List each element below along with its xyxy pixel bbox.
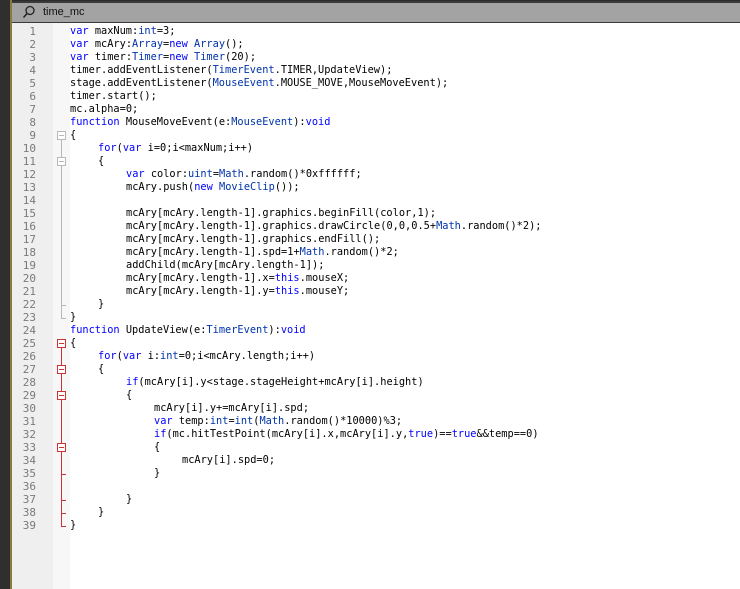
fold-toggle-icon[interactable] xyxy=(57,443,66,452)
panel-left-edge xyxy=(0,0,12,589)
code-line[interactable]: mcAry[mcAry.length-1].y=this.mouseY; xyxy=(70,285,349,298)
code-line[interactable]: mcAry[mcAry.length-1].spd=1+Math.random(… xyxy=(70,246,399,259)
fold-end-mark xyxy=(61,318,66,319)
code-line[interactable]: var mcAry:Array=new Array(); xyxy=(70,38,244,51)
line-number: 24 xyxy=(22,324,36,337)
line-number: 33 xyxy=(22,441,36,454)
line-number: 29 xyxy=(22,389,36,402)
fold-end-mark xyxy=(61,526,66,527)
line-number: 7 xyxy=(29,103,36,116)
line-number: 10 xyxy=(22,142,36,155)
code-line[interactable]: var maxNum:int=3; xyxy=(70,25,175,38)
line-number: 38 xyxy=(22,506,36,519)
code-line[interactable]: mcAry[mcAry.length-1].graphics.drawCircl… xyxy=(70,220,542,233)
code-line[interactable]: if(mc.hitTestPoint(mcAry[i].x,mcAry[i].y… xyxy=(70,428,539,441)
code-line[interactable]: function UpdateView(e:TimerEvent):void xyxy=(70,324,306,337)
fold-toggle-icon[interactable] xyxy=(57,339,66,348)
fold-toggle-icon[interactable] xyxy=(57,157,66,166)
code-line[interactable]: } xyxy=(70,298,104,311)
code-line[interactable]: timer.start(); xyxy=(70,90,157,103)
line-number: 15 xyxy=(22,207,36,220)
code-line[interactable]: mcAry[mcAry.length-1].graphics.endFill()… xyxy=(70,233,380,246)
line-number: 30 xyxy=(22,402,36,415)
search-icon[interactable] xyxy=(22,5,36,19)
code-line[interactable]: { xyxy=(70,337,76,350)
line-number: 19 xyxy=(22,259,36,272)
line-number: 36 xyxy=(22,480,36,493)
code-line[interactable]: mcAry[i].spd=0; xyxy=(70,454,275,467)
code-line[interactable]: { xyxy=(70,129,76,142)
line-number: 18 xyxy=(22,246,36,259)
line-number: 31 xyxy=(22,415,36,428)
line-number: 1 xyxy=(29,25,36,38)
line-number: 8 xyxy=(29,116,36,129)
line-number: 2 xyxy=(29,38,36,51)
fold-toggle-icon[interactable] xyxy=(57,131,66,140)
code-line[interactable]: if(mcAry[i].y<stage.stageHeight+mcAry[i]… xyxy=(70,376,424,389)
code-line[interactable]: for(var i=0;i<maxNum;i++) xyxy=(70,142,253,155)
line-number: 16 xyxy=(22,220,36,233)
code-line[interactable]: } xyxy=(70,506,104,519)
fold-toggle-icon[interactable] xyxy=(57,391,66,400)
code-line[interactable]: } xyxy=(70,311,76,324)
line-number: 4 xyxy=(29,64,36,77)
code-line[interactable]: mcAry.push(new MovieClip()); xyxy=(70,181,300,194)
code-line[interactable]: } xyxy=(70,519,76,532)
code-editor[interactable]: 1 2 3 4 5 6 7 8 9 10 11 12 13 14 15 16 17 18 19 20 21 22 23 24 2… xyxy=(12,23,740,589)
line-number: 37 xyxy=(22,493,36,506)
line-number: 3 xyxy=(29,51,36,64)
fold-end-mark xyxy=(61,305,66,306)
code-line[interactable]: var timer:Timer=new Timer(20); xyxy=(70,51,256,64)
code-line[interactable]: { xyxy=(70,441,160,454)
line-number: 34 xyxy=(22,454,36,467)
line-number: 27 xyxy=(22,363,36,376)
line-number: 14 xyxy=(22,194,36,207)
fold-end-mark xyxy=(61,500,66,501)
line-number: 22 xyxy=(22,298,36,311)
code-line[interactable]: stage.addEventListener(MouseEvent.MOUSE_… xyxy=(70,77,448,90)
line-number: 9 xyxy=(29,129,36,142)
fold-toggle-icon[interactable] xyxy=(57,365,66,374)
line-number: 5 xyxy=(29,77,36,90)
code-line[interactable]: var temp:int=int(Math.random()*10000)%3; xyxy=(70,415,402,428)
line-number: 12 xyxy=(22,168,36,181)
fold-end-mark xyxy=(61,513,66,514)
code-line[interactable]: var color:uint=Math.random()*0xffffff; xyxy=(70,168,362,181)
code-line[interactable]: mcAry[i].y+=mcAry[i].spd; xyxy=(70,402,309,415)
line-number: 28 xyxy=(22,376,36,389)
line-number: 13 xyxy=(22,181,36,194)
code-line[interactable]: function MouseMoveEvent(e:MouseEvent):vo… xyxy=(70,116,330,129)
line-number: 11 xyxy=(22,155,36,168)
symbol-name: time_mc xyxy=(43,6,85,18)
line-number: 23 xyxy=(22,311,36,324)
code-line[interactable]: { xyxy=(70,363,104,376)
code-line[interactable]: addChild(mcAry[mcAry.length-1]); xyxy=(70,259,324,272)
code-line[interactable]: { xyxy=(70,155,104,168)
line-number: 26 xyxy=(22,350,36,363)
code-line[interactable]: } xyxy=(70,467,160,480)
line-number: 21 xyxy=(22,285,36,298)
code-line[interactable]: mcAry[mcAry.length-1].x=this.mouseX; xyxy=(70,272,349,285)
line-number: 35 xyxy=(22,467,36,480)
code-line[interactable]: mcAry[mcAry.length-1].graphics.beginFill… xyxy=(70,207,436,220)
editor-title-bar: time_mc xyxy=(12,1,740,24)
code-line[interactable]: mc.alpha=0; xyxy=(70,103,138,116)
code-line[interactable]: timer.addEventListener(TimerEvent.TIMER,… xyxy=(70,64,392,77)
line-number: 6 xyxy=(29,90,36,103)
line-number: 25 xyxy=(22,337,36,350)
line-number: 32 xyxy=(22,428,36,441)
line-number: 39 xyxy=(22,519,36,532)
code-line[interactable]: { xyxy=(70,389,132,402)
line-number: 17 xyxy=(22,233,36,246)
fold-end-mark xyxy=(61,474,66,475)
code-line[interactable]: } xyxy=(70,493,132,506)
code-line[interactable]: for(var i:int=0;i<mcAry.length;i++) xyxy=(70,350,315,363)
line-number: 20 xyxy=(22,272,36,285)
